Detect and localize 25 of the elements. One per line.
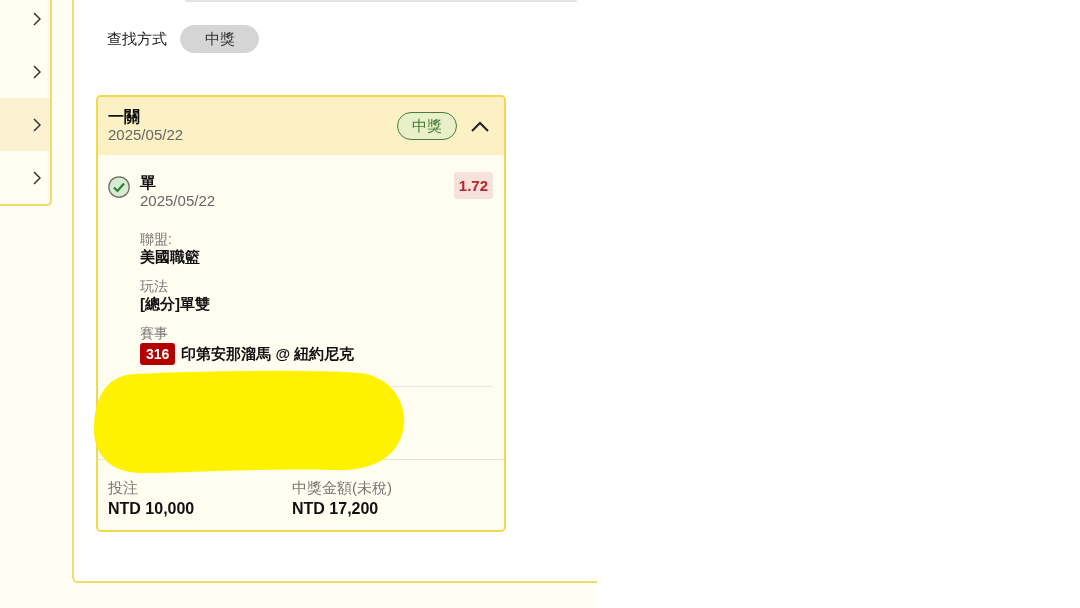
field-label: 賽事 xyxy=(140,325,168,342)
search-method-label: 查找方式 xyxy=(107,29,167,49)
chevron-right-icon xyxy=(33,170,41,185)
odds-value: 1.72 xyxy=(453,172,493,199)
field-value: [總分]單雙 xyxy=(140,295,210,313)
amount-label: 中獎金額(未稅) xyxy=(292,479,392,497)
sidebar-item[interactable] xyxy=(0,98,50,151)
status-badge: 中獎 xyxy=(397,112,457,140)
field-label: 玩法 xyxy=(140,278,168,295)
amount-label: 投注 xyxy=(108,479,138,497)
selection-name: 單 xyxy=(140,174,156,192)
chevron-right-icon xyxy=(33,11,41,26)
amount-value: NTD 17,200 xyxy=(292,500,379,518)
match-number: 316 xyxy=(140,343,176,365)
ticket-title: 一關 xyxy=(108,108,140,126)
caret-up-icon[interactable] xyxy=(471,120,489,132)
field-label: 聯盟: xyxy=(140,231,172,248)
ticket-date: 2025/05/22 xyxy=(108,126,184,144)
chevron-right-icon xyxy=(33,117,41,132)
chevron-right-icon xyxy=(33,64,41,79)
selection-date: 2025/05/22 xyxy=(140,192,216,210)
field-value: 美國職籃 xyxy=(140,248,200,266)
field-value: 印第安那溜馬 @ 紐約尼克 xyxy=(181,345,355,363)
filter-chip[interactable]: 中獎 xyxy=(180,25,259,53)
amount-value: NTD 10,000 xyxy=(108,500,195,518)
